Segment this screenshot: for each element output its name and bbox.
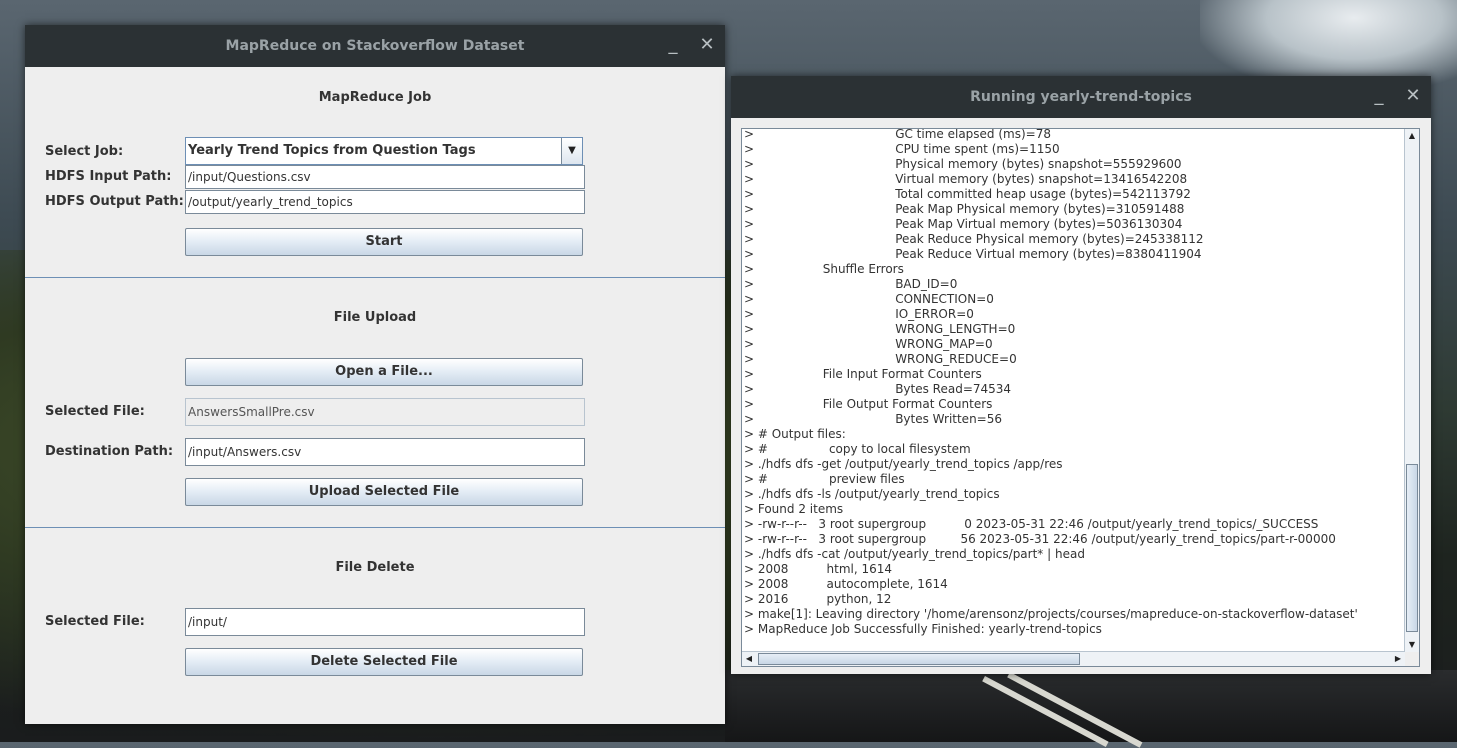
vertical-scrollbar[interactable]: ▲ ▼ [1404,129,1419,652]
delete-selected-file-field[interactable]: /input/ [185,608,585,636]
horizontal-scrollbar[interactable]: ◀ ▶ [742,651,1405,666]
console-line: > CPU time spent (ms)=1150 [744,142,1060,156]
mapreduce-main-window: MapReduce on Stackoverflow Dataset _ ✕ M… [25,25,725,724]
horizontal-scroll-thumb[interactable] [758,653,1080,665]
close-icon[interactable]: ✕ [1403,86,1423,106]
console-line: > Total committed heap usage (bytes)=542… [744,187,1191,201]
console-line: > WRONG_REDUCE=0 [744,352,1017,366]
scroll-right-icon[interactable]: ▶ [1391,652,1405,666]
close-icon[interactable]: ✕ [697,35,717,55]
job-select-value: Yearly Trend Topics from Question Tags [188,143,476,158]
console-line: > Shuffle Errors [744,262,904,276]
chevron-down-icon[interactable]: ▼ [561,138,582,164]
console-line: > -rw-r--r-- 3 root supergroup 56 2023-0… [744,532,1336,546]
console-line: > # preview files [744,472,905,486]
console-line: > File Input Format Counters [744,367,982,381]
mapreduce-job-heading: MapReduce Job [318,90,432,105]
console-line: > CONNECTION=0 [744,292,994,306]
console-line: > 2008 autocomplete, 1614 [744,577,948,591]
console-line: > ./hdfs dfs -ls /output/yearly_trend_to… [744,487,1000,501]
console-line: > BAD_ID=0 [744,277,958,291]
hdfs-input-label: HDFS Input Path: [45,169,172,184]
select-job-label: Select Job: [45,144,124,159]
console-line: > WRONG_MAP=0 [744,337,993,351]
console-line: > -rw-r--r-- 3 root supergroup 0 2023-05… [744,517,1319,531]
console-line: > Peak Map Virtual memory (bytes)=503613… [744,217,1183,231]
console-text-area[interactable]: > GC time elapsed (ms)=78 > CPU time spen… [744,128,1406,652]
console-line: > 2008 html, 1614 [744,562,893,576]
scrollbar-corner [1405,652,1419,666]
console-line: > Peak Reduce Physical memory (bytes)=24… [744,232,1204,246]
hdfs-input-field[interactable]: /input/Questions.csv [185,165,585,189]
output-window-title: Running yearly-trend-topics [970,89,1192,105]
console-line: > Peak Map Physical memory (bytes)=31059… [744,202,1185,216]
delete-selected-file-label: Selected File: [45,614,145,629]
console-line: > Bytes Written=56 [744,412,1002,426]
console-line: > WRONG_LENGTH=0 [744,322,1016,336]
section-divider [25,527,725,528]
upload-selected-file-field: AnswersSmallPre.csv [185,398,585,426]
start-button[interactable]: Start [185,228,583,256]
main-window-titlebar[interactable]: MapReduce on Stackoverflow Dataset _ ✕ [25,25,725,67]
scroll-left-icon[interactable]: ◀ [742,652,756,666]
minimize-icon[interactable]: _ [663,35,683,55]
hdfs-output-field[interactable]: /output/yearly_trend_topics [185,190,585,214]
console-line: > File Output Format Counters [744,397,993,411]
scroll-up-icon[interactable]: ▲ [1405,129,1419,143]
file-delete-heading: File Delete [335,560,415,575]
console-line: > Physical memory (bytes) snapshot=55592… [744,157,1182,171]
scroll-down-icon[interactable]: ▼ [1405,638,1419,652]
destination-path-field[interactable]: /input/Answers.csv [185,438,585,466]
job-select[interactable]: Yearly Trend Topics from Question Tags ▼ [185,137,583,165]
hdfs-output-label: HDFS Output Path: [45,194,184,209]
console-line: > 2016 python, 12 [744,592,892,606]
console-output[interactable]: > GC time elapsed (ms)=78 > CPU time spen… [741,128,1420,667]
minimize-icon[interactable]: _ [1369,86,1389,106]
console-line: > ./hdfs dfs -cat /output/yearly_trend_t… [744,547,1085,561]
console-line: > Peak Reduce Virtual memory (bytes)=838… [744,247,1202,261]
console-line: > GC time elapsed (ms)=78 [744,128,1051,141]
console-line: > Found 2 items [744,502,844,516]
upload-selected-file-label: Selected File: [45,404,145,419]
console-line: > MapReduce Job Successfully Finished: y… [744,622,1102,636]
console-line: > IO_ERROR=0 [744,307,974,321]
main-window-title: MapReduce on Stackoverflow Dataset [225,38,525,54]
job-output-window: Running yearly-trend-topics _ ✕ > GC tim… [731,76,1431,674]
console-line: > make[1]: Leaving directory '/home/aren… [744,607,1358,621]
console-line: > # copy to local filesystem [744,442,971,456]
section-divider [25,277,725,278]
open-file-button[interactable]: Open a File... [185,358,583,386]
file-upload-heading: File Upload [333,310,417,325]
vertical-scroll-thumb[interactable] [1406,464,1418,632]
wallpaper-road [725,670,1457,742]
upload-file-button[interactable]: Upload Selected File [185,478,583,506]
console-line: > Virtual memory (bytes) snapshot=134165… [744,172,1188,186]
console-line: > Bytes Read=74534 [744,382,1012,396]
delete-file-button[interactable]: Delete Selected File [185,648,583,676]
output-window-titlebar[interactable]: Running yearly-trend-topics _ ✕ [731,76,1431,118]
console-line: > ./hdfs dfs -get /output/yearly_trend_t… [744,457,1063,471]
console-line: > # Output files: [744,427,846,441]
destination-path-label: Destination Path: [45,444,174,459]
